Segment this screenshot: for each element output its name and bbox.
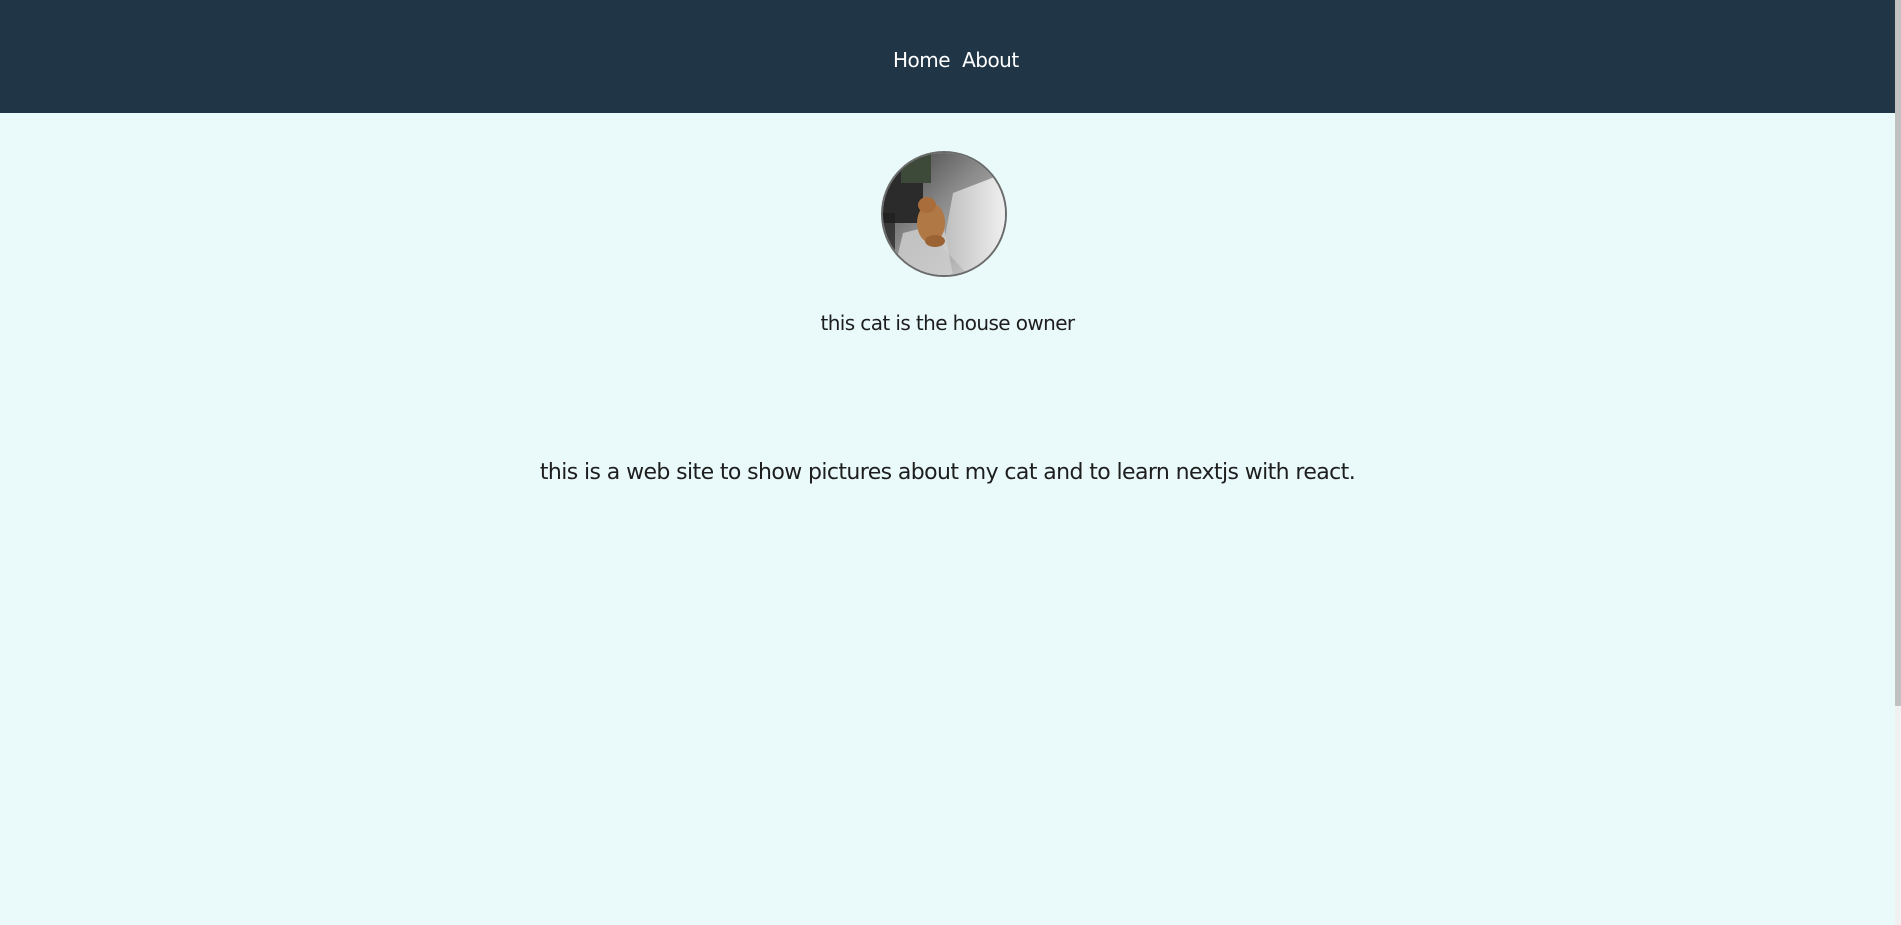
image-caption: this cat is the house owner [820, 311, 1075, 335]
nav-links: Home About [893, 50, 1019, 70]
navbar: Home About [0, 0, 1895, 113]
vertical-scrollbar-thumb[interactable] [1895, 0, 1901, 706]
site-description: this is a web site to show pictures abou… [539, 460, 1356, 485]
nav-link-home[interactable]: Home [893, 50, 951, 70]
cat-avatar-image [881, 151, 1007, 277]
vertical-scrollbar-track[interactable] [1895, 0, 1901, 925]
browser-viewport: Home About this cat is the house owner t… [0, 0, 1901, 925]
cat-photo [883, 153, 1005, 275]
nav-link-about[interactable]: About [962, 50, 1019, 70]
page: Home About this cat is the house owner t… [0, 0, 1895, 925]
